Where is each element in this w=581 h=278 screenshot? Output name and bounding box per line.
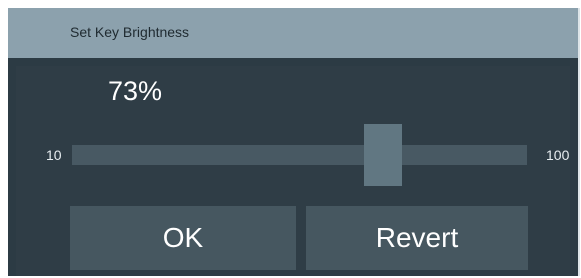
slider-min-label: 10 bbox=[46, 147, 62, 163]
ok-button[interactable]: OK bbox=[70, 206, 296, 270]
brightness-dialog: Set Key Brightness 73% 10 100 OK Revert bbox=[8, 8, 580, 276]
dialog-title-bar: Set Key Brightness bbox=[8, 8, 578, 58]
slider-max-label: 100 bbox=[546, 147, 570, 163]
revert-button[interactable]: Revert bbox=[306, 206, 528, 270]
brightness-slider-thumb[interactable] bbox=[364, 124, 402, 186]
brightness-value: 73% bbox=[108, 76, 163, 106]
dialog-title: Set Key Brightness bbox=[70, 24, 190, 40]
brightness-slider-track[interactable] bbox=[72, 145, 527, 165]
